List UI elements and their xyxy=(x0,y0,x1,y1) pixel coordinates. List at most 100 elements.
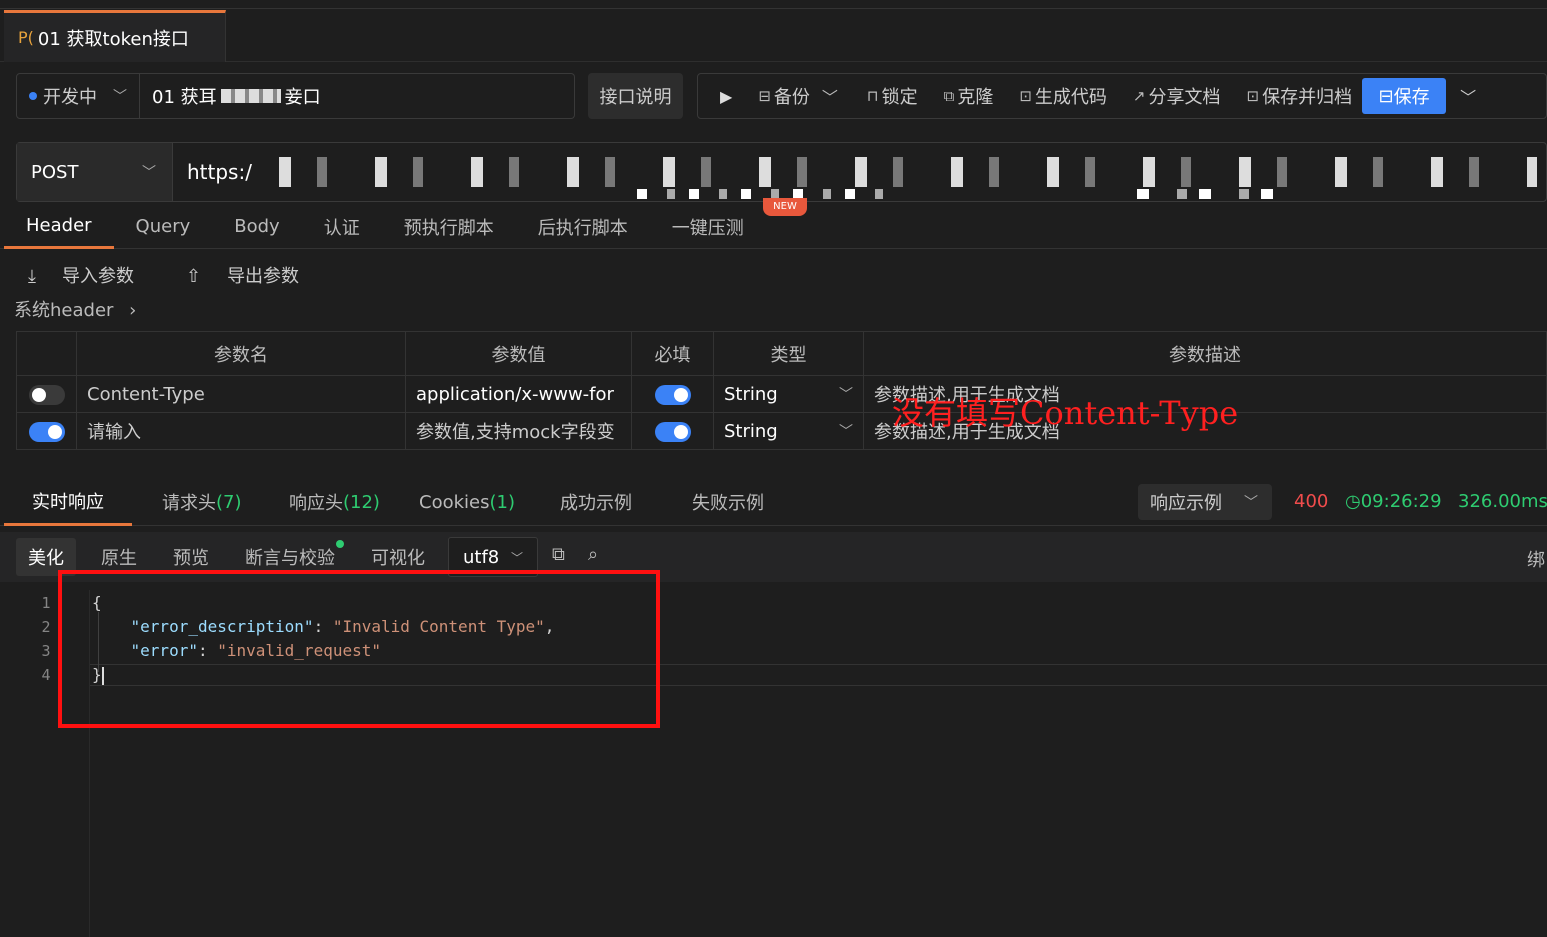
tab-success-example[interactable]: 成功示例 xyxy=(560,478,632,526)
col-description: 参数描述 xyxy=(863,331,1547,376)
import-label: 导入参数 xyxy=(61,266,134,287)
save-more-chevron-icon[interactable]: ﹀ xyxy=(1460,84,1476,108)
chevron-down-icon: ﹀ xyxy=(142,165,156,181)
table-header-row: 参数名 参数值 必填 类型 参数描述 xyxy=(16,331,1547,376)
backup-label: 备份 xyxy=(773,87,810,108)
backup-icon: ⊟ xyxy=(758,87,771,105)
tab-load-test[interactable]: 一键压测 xyxy=(650,205,766,249)
table-row: Content-Type application/x-www-for Strin… xyxy=(16,375,1547,413)
toggle-knob xyxy=(47,424,62,439)
export-params-button[interactable]: ⇧ 导出参数 xyxy=(186,262,325,288)
url-input[interactable]: https:/ xyxy=(187,160,252,184)
method-select[interactable]: POST ﹀ xyxy=(17,143,173,201)
param-value-cell[interactable]: application/x-www-for xyxy=(405,375,632,413)
param-name-cell[interactable]: Content-Type xyxy=(76,375,406,413)
bind-label[interactable]: 绑 xyxy=(1527,546,1545,572)
chevron-right-icon: › xyxy=(129,300,137,321)
clock-icon: ◷ xyxy=(1345,491,1361,512)
tab-fail-example[interactable]: 失败示例 xyxy=(692,478,764,526)
api-name-prefix: 01 获耳 xyxy=(152,87,217,108)
top-tab-bar xyxy=(0,0,1547,62)
save-archive-label: 保存并归档 xyxy=(1262,87,1353,108)
tab-request-headers[interactable]: 请求头 (7) xyxy=(162,478,242,526)
annotation-highlight-box xyxy=(58,570,660,728)
line-number: 2 xyxy=(41,618,51,636)
toggle-knob xyxy=(31,387,46,402)
api-name-suffix: 妾口 xyxy=(284,87,321,108)
time-value: 09:26:29 xyxy=(1360,491,1442,512)
backup-button[interactable]: ⊟ 备份 ﹀ xyxy=(758,83,841,109)
status-code: 400 xyxy=(1294,491,1329,512)
tab-cookies[interactable]: Cookies (1) xyxy=(419,478,515,526)
redacted-text xyxy=(220,89,281,103)
chevron-down-icon: ﹀ xyxy=(1244,495,1258,511)
line-number: 1 xyxy=(41,594,51,612)
api-doc-button[interactable]: 接口说明 xyxy=(588,73,683,119)
save-archive-button[interactable]: ⊡ 保存并归档 xyxy=(1247,83,1353,109)
tab-pre-script[interactable]: 预执行脚本 xyxy=(382,205,516,249)
response-time: ◷09:26:29 xyxy=(1345,491,1442,512)
code-icon: ⊡ xyxy=(1019,87,1032,105)
type-cell[interactable]: String ﹀ xyxy=(713,412,864,450)
lock-label: 锁定 xyxy=(881,87,918,108)
col-param-value: 参数值 xyxy=(405,331,632,376)
type-cell[interactable]: String ﹀ xyxy=(713,375,864,413)
import-params-button[interactable]: ⤓ 导入参数 xyxy=(28,262,160,288)
tab-label: 请求头 xyxy=(162,493,216,514)
encoding-label: utf8 xyxy=(463,546,500,568)
chevron-down-icon[interactable]: ﹀ xyxy=(822,84,838,108)
table-row: 请输入 参数值,支持mock字段变 String ﹀ 参数描述,用于生成文档 xyxy=(16,412,1547,450)
enable-toggle[interactable] xyxy=(28,384,65,405)
line-number: 4 xyxy=(41,666,51,684)
tab-realtime-response[interactable]: 实时响应 xyxy=(4,478,132,526)
tab-body[interactable]: Body xyxy=(212,205,301,249)
system-header-label: 系统header xyxy=(14,300,114,321)
copy-icon[interactable]: ⧉ xyxy=(552,544,565,565)
required-toggle[interactable] xyxy=(654,384,691,405)
system-header-toggle[interactable]: 系统header › xyxy=(14,296,136,322)
chevron-down-icon: ﹀ xyxy=(839,424,853,440)
assert-status-dot-icon xyxy=(336,540,344,548)
line-number: 3 xyxy=(41,642,51,660)
tab-api-token[interactable]: P( 01 获取token接口 xyxy=(4,10,226,62)
required-toggle[interactable] xyxy=(654,421,691,442)
tab-header[interactable]: Header xyxy=(4,205,114,249)
type-label: String xyxy=(724,383,778,405)
clone-button[interactable]: ⧉ 克隆 xyxy=(944,83,994,109)
chevron-down-icon: ﹀ xyxy=(510,550,523,565)
share-doc-label: 分享文档 xyxy=(1148,87,1221,108)
tab-title: 01 获取token接口 xyxy=(37,28,189,50)
tab-auth[interactable]: 认证 xyxy=(302,205,382,249)
clone-label: 克隆 xyxy=(957,87,994,108)
header-actions: ⤓ 导入参数 ⇧ 导出参数 xyxy=(28,262,351,288)
run-play-icon[interactable]: ▶ xyxy=(720,87,732,106)
count-badge: (1) xyxy=(489,491,515,513)
save-button[interactable]: ⊟ 保存 xyxy=(1362,78,1447,114)
header-params-table: 参数名 参数值 必填 类型 参数描述 Content-Type applicat… xyxy=(16,331,1547,450)
tab-response-headers[interactable]: 响应头 (12) xyxy=(289,478,380,526)
request-tabs: Header Query Body 认证 预执行脚本 后执行脚本 一键压测 xyxy=(0,205,1547,249)
api-toolbar: ▶ ⊟ 备份 ﹀ ⊓ 锁定 ⧉ 克隆 ⊡ 生成代码 ↗ 分享文档 ⊡ 保存并归档… xyxy=(697,73,1547,119)
col-param-name: 参数名 xyxy=(76,331,406,376)
upload-icon: ⇧ xyxy=(185,266,202,287)
enable-toggle[interactable] xyxy=(28,421,65,442)
status-label: 开发中 xyxy=(43,87,97,108)
response-tabs: 实时响应 请求头 (7) 响应头 (12) Cookies (1) 成功示例 失败示例… xyxy=(0,478,1547,526)
col-type: 类型 xyxy=(713,331,864,376)
tab-post-script[interactable]: 后执行脚本 xyxy=(516,205,650,249)
share-doc-button[interactable]: ↗ 分享文档 xyxy=(1133,83,1221,109)
status-select[interactable]: 开发中 ﹀ xyxy=(16,73,140,119)
param-name-input[interactable]: 请输入 xyxy=(76,412,406,450)
param-value-input[interactable]: 参数值,支持mock字段变 xyxy=(405,412,632,450)
lock-button[interactable]: ⊓ 锁定 xyxy=(867,83,918,109)
response-example-select[interactable]: 响应示例 ﹀ xyxy=(1138,484,1272,520)
tab-query[interactable]: Query xyxy=(114,205,213,249)
gen-code-button[interactable]: ⊡ 生成代码 xyxy=(1019,83,1107,109)
type-label: String xyxy=(724,420,778,442)
col-toggle xyxy=(16,331,77,376)
save-icon: ⊟ xyxy=(1378,85,1394,107)
count-badge: (12) xyxy=(343,491,380,513)
api-name-input[interactable]: 01 获耳 妾口 xyxy=(140,73,575,119)
enable-cell xyxy=(16,375,77,413)
search-icon[interactable]: ⌕ xyxy=(588,544,598,565)
